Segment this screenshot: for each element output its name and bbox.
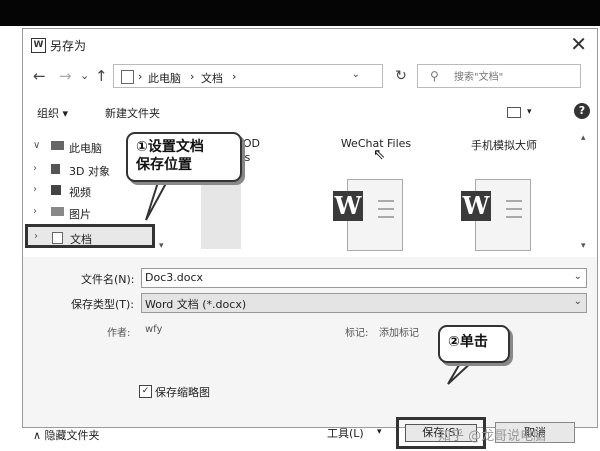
watermark: 知乎 @龙哥说电脑 (438, 429, 547, 444)
callout-pointer-step2 (447, 359, 477, 385)
callout-step2: ②单击 (438, 325, 510, 363)
callout-step1-line1: ①设置文档 (136, 139, 204, 155)
callout-step1: ①设置文档 保存位置 (126, 132, 242, 182)
callout-step1-line2: 保存位置 (136, 157, 192, 173)
callout-pointer-step1 (145, 175, 172, 221)
callout-step2-text: ②单击 (448, 334, 488, 350)
callout-pointers (145, 175, 477, 385)
